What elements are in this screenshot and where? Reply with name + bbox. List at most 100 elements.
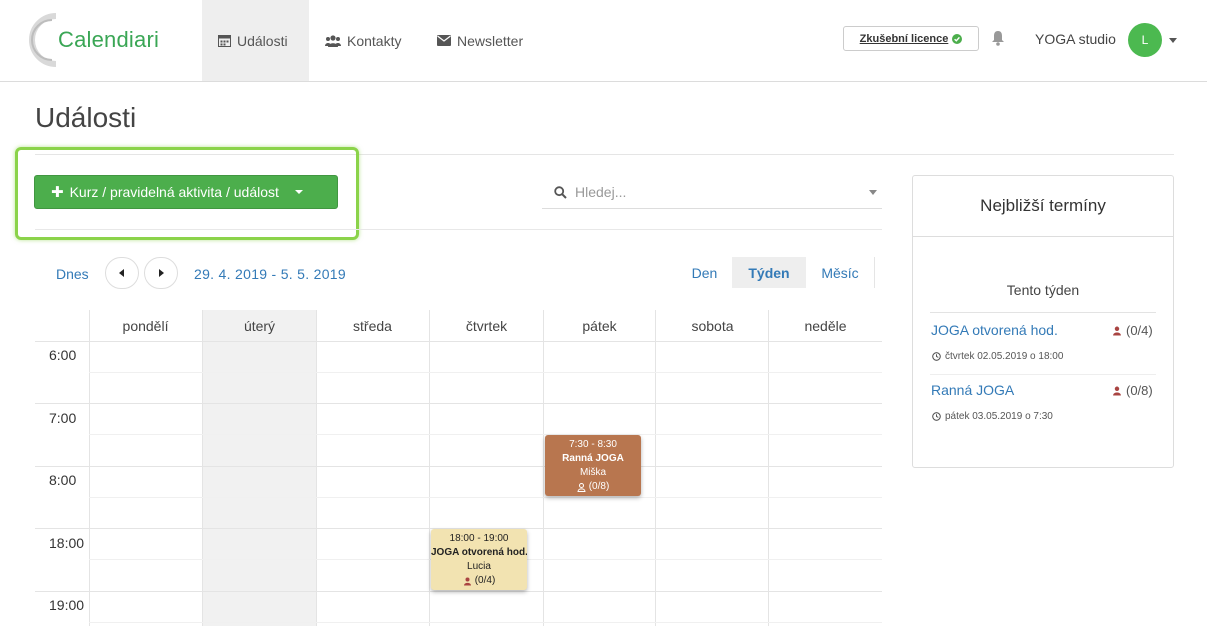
nav-contacts-label: Kontakty bbox=[347, 32, 402, 49]
event-time: 18:00 - 19:00 bbox=[449, 533, 509, 544]
prev-week-button[interactable] bbox=[105, 257, 139, 289]
trial-licence-button[interactable]: Zkušební licence bbox=[843, 26, 979, 51]
term-link[interactable]: Ranná JOGA bbox=[931, 382, 1014, 398]
grid-line bbox=[89, 372, 882, 373]
check-circle-icon bbox=[952, 33, 963, 44]
event-capacity: (0/8) bbox=[545, 480, 641, 494]
time-label: 7:00 bbox=[49, 410, 77, 426]
event-capacity: (0/4) bbox=[431, 574, 527, 588]
search-input[interactable] bbox=[575, 184, 855, 200]
grid-line bbox=[35, 403, 882, 404]
studio-name[interactable]: YOGA studio bbox=[1035, 31, 1116, 47]
envelope-icon bbox=[437, 35, 451, 46]
plus-icon: ✚ bbox=[51, 184, 64, 201]
term-date-value: čtvrtek 02.05.2019 o 18:00 bbox=[945, 351, 1064, 362]
today-button[interactable]: Dnes bbox=[56, 266, 89, 282]
grid-line bbox=[543, 310, 544, 626]
calendar-icon bbox=[218, 35, 231, 47]
term-capacity-value: (0/8) bbox=[1126, 383, 1153, 398]
grid-line bbox=[768, 310, 769, 626]
week-calendar-grid: pondělí úterý středa čtvrtek pátek sobot… bbox=[35, 310, 882, 626]
grid-line bbox=[429, 310, 430, 626]
next-arrow-icon bbox=[159, 269, 164, 277]
time-label: 6:00 bbox=[49, 347, 77, 363]
search-dropdown-icon[interactable] bbox=[869, 189, 877, 195]
term-capacity: (0/8) bbox=[1112, 383, 1153, 398]
page-title: Události bbox=[35, 102, 137, 133]
add-event-button[interactable]: ✚ Kurz / pravidelná aktivita / událost bbox=[34, 175, 338, 209]
chevron-down-icon[interactable] bbox=[1169, 38, 1177, 43]
time-label: 19:00 bbox=[49, 597, 85, 613]
user-icon bbox=[1113, 386, 1121, 395]
grid-line bbox=[89, 434, 882, 435]
event-capacity-value: (0/8) bbox=[588, 481, 610, 492]
panel-title: Nejbližší termíny bbox=[913, 176, 1173, 237]
event-time: 7:30 - 8:30 bbox=[569, 439, 617, 450]
users-icon bbox=[325, 34, 341, 47]
event-instructor: Lucia bbox=[467, 561, 491, 572]
caret-down-icon bbox=[294, 190, 303, 194]
event-name: Ranná JOGA bbox=[562, 453, 624, 464]
day-header: středa bbox=[353, 317, 392, 334]
term-link[interactable]: JOGA otvorená hod. bbox=[931, 322, 1058, 338]
upcoming-panel: Nejbližší termíny Tento týden JOGA otvor… bbox=[912, 175, 1174, 468]
bell-icon bbox=[992, 31, 1004, 46]
term-capacity: (0/4) bbox=[1112, 323, 1153, 338]
grid-line bbox=[35, 466, 882, 467]
nav-contacts[interactable]: Kontakty bbox=[309, 0, 417, 81]
user-icon bbox=[463, 577, 471, 585]
grid-line bbox=[316, 310, 317, 626]
event-name: JOGA otvorená hod. bbox=[431, 547, 527, 558]
grid-line bbox=[89, 310, 90, 626]
notifications-button[interactable] bbox=[991, 30, 1005, 49]
toolbar-divider bbox=[35, 229, 882, 230]
day-header: čtvrtek bbox=[465, 317, 508, 334]
prev-arrow-icon bbox=[119, 269, 124, 277]
next-week-button[interactable] bbox=[144, 257, 178, 289]
avatar[interactable]: L bbox=[1128, 23, 1162, 57]
search-icon bbox=[554, 185, 567, 199]
panel-divider bbox=[930, 312, 1156, 313]
day-header: pátek bbox=[582, 317, 617, 334]
grid-line bbox=[202, 310, 203, 626]
term-date: čtvrtek 02.05.2019 o 18:00 bbox=[932, 351, 1063, 362]
grid-line bbox=[89, 622, 882, 623]
search-box[interactable] bbox=[542, 176, 882, 209]
time-label: 18:00 bbox=[49, 535, 85, 551]
calendar-event[interactable]: 18:00 - 19:00 JOGA otvorená hod. Lucia (… bbox=[431, 529, 527, 590]
brand-logo[interactable]: Calendiari bbox=[26, 12, 176, 68]
day-header: úterý bbox=[243, 317, 276, 334]
day-header: pondělí bbox=[122, 317, 169, 334]
event-instructor: Miška bbox=[579, 467, 607, 478]
user-outline-icon bbox=[577, 482, 586, 492]
term-date: pátek 03.05.2019 o 7:30 bbox=[932, 411, 1053, 422]
brand-name: Calendiari bbox=[58, 27, 160, 52]
view-week-button[interactable]: Týden bbox=[732, 257, 806, 288]
grid-line bbox=[655, 310, 656, 626]
grid-line bbox=[35, 341, 882, 342]
trial-licence-label: Zkušební licence bbox=[859, 32, 949, 45]
today-column bbox=[203, 310, 316, 626]
clock-icon bbox=[932, 412, 941, 421]
nav-events[interactable]: Události bbox=[202, 0, 309, 81]
calendar-event[interactable]: 7:30 - 8:30 Ranná JOGA Miška (0/8) bbox=[545, 435, 641, 496]
day-header: sobota bbox=[691, 317, 734, 334]
nav-newsletter-label: Newsletter bbox=[457, 32, 524, 49]
term-date-value: pátek 03.05.2019 o 7:30 bbox=[945, 411, 1053, 422]
nav-newsletter[interactable]: Newsletter bbox=[421, 0, 539, 81]
event-capacity-value: (0/4) bbox=[474, 575, 496, 586]
add-event-label: Kurz / pravidelná aktivita / událost bbox=[69, 184, 279, 200]
nav-events-label: Události bbox=[237, 32, 288, 49]
time-label: 8:00 bbox=[49, 472, 77, 488]
view-divider bbox=[874, 257, 875, 288]
view-month-button[interactable]: Měsíc bbox=[806, 257, 874, 288]
view-day-button[interactable]: Den bbox=[677, 257, 732, 288]
top-navbar: Calendiari Události Kontakty Newsletter … bbox=[0, 0, 1207, 82]
grid-line bbox=[35, 591, 882, 592]
day-header: neděle bbox=[804, 317, 847, 334]
user-icon bbox=[1113, 326, 1121, 335]
panel-divider bbox=[930, 374, 1156, 375]
date-range-label[interactable]: 29. 4. 2019 - 5. 5. 2019 bbox=[194, 266, 346, 282]
clock-icon bbox=[932, 352, 941, 361]
grid-line bbox=[89, 497, 882, 498]
